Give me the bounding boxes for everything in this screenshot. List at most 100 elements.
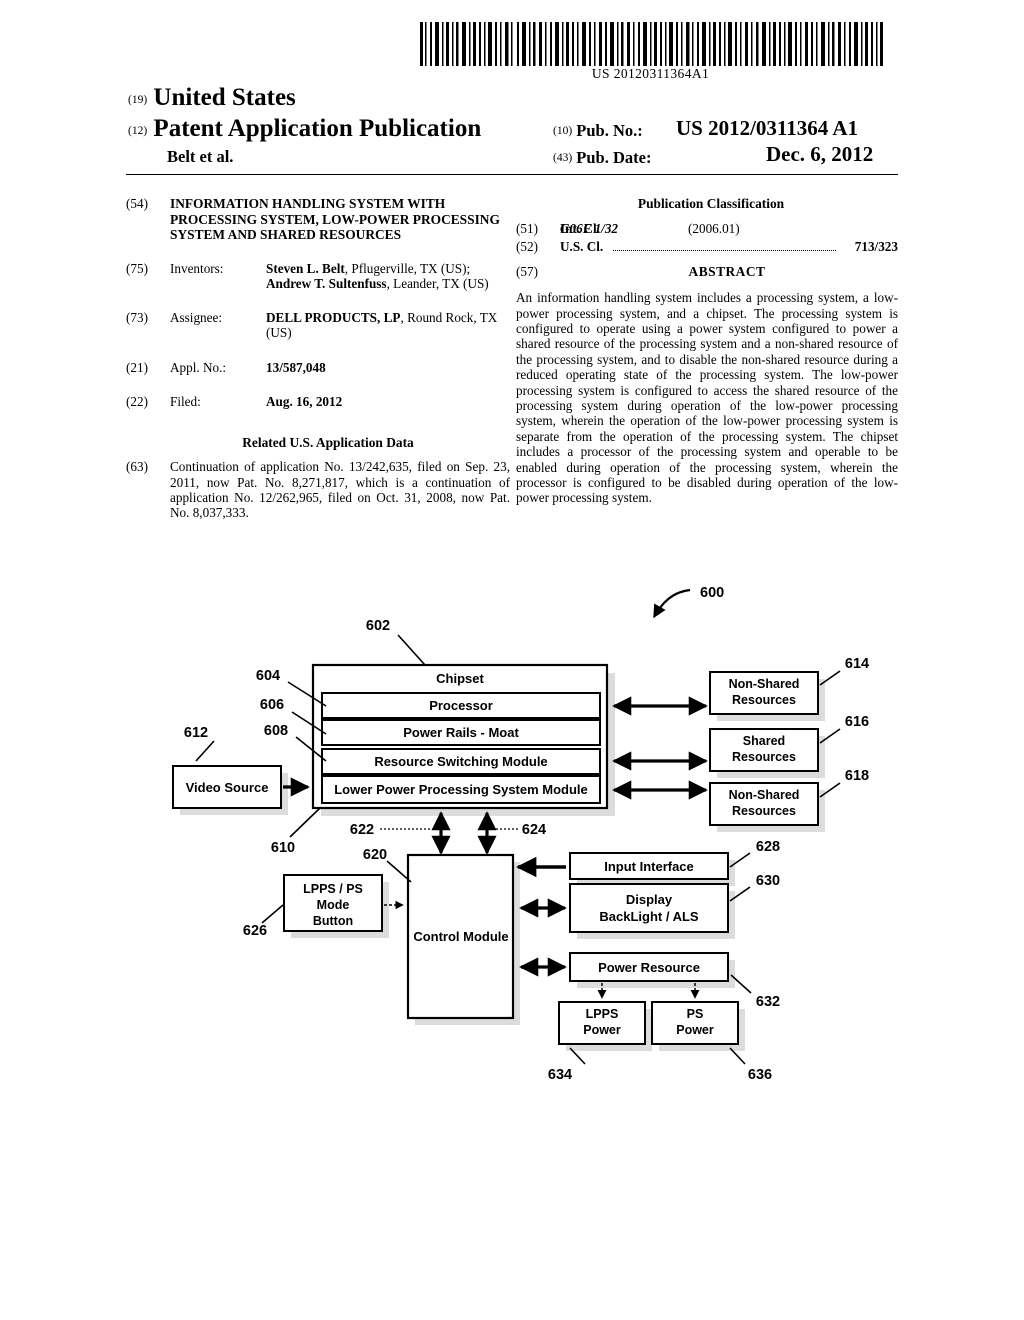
leader-612 [195, 740, 215, 762]
code-54: (54) [126, 196, 148, 211]
ref-612: 612 [184, 725, 208, 741]
ref-620: 620 [363, 847, 387, 863]
mode-button-label-line2: Mode [317, 898, 350, 912]
us-cl-value: 713/323 [854, 239, 898, 255]
appl-no-value: 13/587,048 [266, 360, 510, 375]
pubdate-label: Pub. Date: [576, 148, 652, 167]
non-shared-1-label-line2: Resources [732, 693, 796, 707]
mode-button-label-line3: Button [313, 914, 353, 928]
inventor-1-location: , Pflugerville, TX (US); [344, 260, 471, 276]
inventors-value: Steven L. Belt, Pflugerville, TX (US); A… [266, 261, 510, 291]
assignee-value: DELL PRODUCTS, LP, Round Rock, TX (US) [266, 310, 510, 340]
figure-600: 600 602 Chipset Processor Power Rails - … [0, 575, 1024, 1105]
inventors-label: Inventors: [170, 260, 224, 276]
related-app-data-text: Continuation of application No. 13/242,6… [170, 459, 510, 521]
biblio-right-column: Publication Classification (51) Int. Cl.… [516, 196, 898, 506]
code-21: (21) [126, 359, 148, 375]
inventors-row: (75) Inventors: Steven L. Belt, Pflugerv… [126, 261, 510, 291]
header-divider [126, 174, 898, 175]
figure-ref-arrow [653, 588, 691, 619]
lpps-power-label-line1: LPPS [586, 1007, 619, 1021]
abstract-heading-row: (57) ABSTRACT [516, 264, 898, 282]
ref-608: 608 [264, 723, 288, 739]
leader-602 [397, 634, 426, 666]
country-line: (19) United States [128, 84, 296, 112]
int-cl-classification-row: G06F 1/32 (2006.01) [516, 221, 898, 236]
ref-624: 624 [522, 822, 546, 838]
filed-date: Aug. 16, 2012 [266, 393, 343, 409]
abstract-text: An information handling system includes … [516, 290, 898, 506]
code-10: (10) [553, 125, 573, 137]
us-cl-row: (52) U.S. Cl. 713/323 [516, 239, 898, 255]
power-rails-label: Power Rails - Moat [403, 725, 519, 740]
us-cl-leader-dots [613, 250, 836, 252]
code-52: (52) [516, 239, 538, 255]
power-resource-label: Power Resource [598, 960, 700, 975]
ps-power-label-line1: PS [687, 1007, 704, 1021]
barcode [418, 22, 883, 66]
ref-630: 630 [756, 873, 780, 889]
non-shared-2-label-line1: Non-Shared [729, 788, 800, 802]
abstract-heading: ABSTRACT [688, 264, 766, 280]
mode-button-label-line1: LPPS / PS [303, 882, 363, 896]
assignee-label: Assignee: [170, 310, 223, 326]
code-12: (12) [128, 125, 148, 137]
ref-636: 636 [748, 1067, 772, 1083]
display-backlight-label-line2: BackLight / ALS [599, 909, 699, 924]
assignee-row: (73) Assignee: DELL PRODUCTS, LP, Round … [126, 310, 510, 340]
code-22: (22) [126, 393, 148, 409]
display-backlight-label-line1: Display [626, 892, 673, 907]
inventor-1-name: Steven L. Belt [266, 260, 345, 276]
ref-622: 622 [350, 822, 374, 838]
shared-label-line1: Shared [743, 734, 785, 748]
doc-type: Patent Application Publication [153, 115, 482, 142]
filed-row: (22) Filed: Aug. 16, 2012 [126, 394, 510, 409]
filed-value: Aug. 16, 2012 [266, 394, 510, 409]
figure-ref-600: 600 [700, 585, 724, 601]
biblio-left-column: (54) INFORMATION HANDLING SYSTEM WITH PR… [126, 196, 510, 523]
barcode-number: US 20120311364A1 [591, 66, 710, 81]
code-75: (75) [126, 260, 148, 276]
ref-634: 634 [548, 1067, 572, 1083]
leader-610 [289, 807, 321, 838]
barcode-bars-graphic [418, 22, 883, 66]
lpps-power-label-line2: Power [583, 1023, 621, 1037]
ref-604: 604 [256, 668, 280, 684]
appl-no-number: 13/587,048 [266, 359, 326, 375]
processor-label: Processor [429, 698, 493, 713]
code-43: (43) [553, 152, 573, 164]
inventor-2-location: , Leander, TX (US) [386, 275, 489, 291]
input-interface-label: Input Interface [604, 859, 694, 874]
country-name: United States [153, 84, 296, 111]
invention-title: INFORMATION HANDLING SYSTEM WITH PROCESS… [170, 196, 500, 243]
ref-626: 626 [243, 923, 267, 939]
appl-no-row: (21) Appl. No.: 13/587,048 [126, 360, 510, 375]
pubdate-value: Dec. 6, 2012 [766, 142, 874, 166]
doc-type-line: (12) Patent Application Publication [128, 115, 481, 143]
appl-no-label: Appl. No.: [170, 359, 227, 375]
ref-628: 628 [756, 839, 780, 855]
video-source-label: Video Source [186, 780, 269, 795]
int-cl-classification: G06F 1/32 [560, 221, 619, 237]
code-73: (73) [126, 310, 148, 326]
ref-610: 610 [271, 840, 295, 856]
ref-632: 632 [756, 994, 780, 1010]
ref-614: 614 [845, 656, 869, 672]
leader-626 [261, 904, 284, 924]
chipset-label: Chipset [436, 671, 484, 686]
related-app-data-heading: Related U.S. Application Data [242, 435, 414, 450]
ref-606: 606 [260, 697, 284, 713]
authors-line: Belt et al. [167, 147, 234, 166]
non-shared-2-label-line2: Resources [732, 804, 796, 818]
leader-614 [819, 670, 841, 686]
pubno-value: US 2012/0311364 A1 [676, 116, 859, 140]
ref-618: 618 [845, 768, 869, 784]
us-cl-label: U.S. Cl. [560, 239, 604, 255]
publication-classification-heading: Publication Classification [637, 196, 785, 211]
non-shared-1-label-line1: Non-Shared [729, 677, 800, 691]
code-63: (63) [126, 459, 148, 475]
resource-switching-label: Resource Switching Module [374, 754, 547, 769]
pubdate-label-line: (43) Pub. Date: [553, 148, 651, 168]
int-cl-year: (2006.01) [688, 221, 740, 237]
figure-svg: 600 602 Chipset Processor Power Rails - … [172, 585, 869, 1083]
